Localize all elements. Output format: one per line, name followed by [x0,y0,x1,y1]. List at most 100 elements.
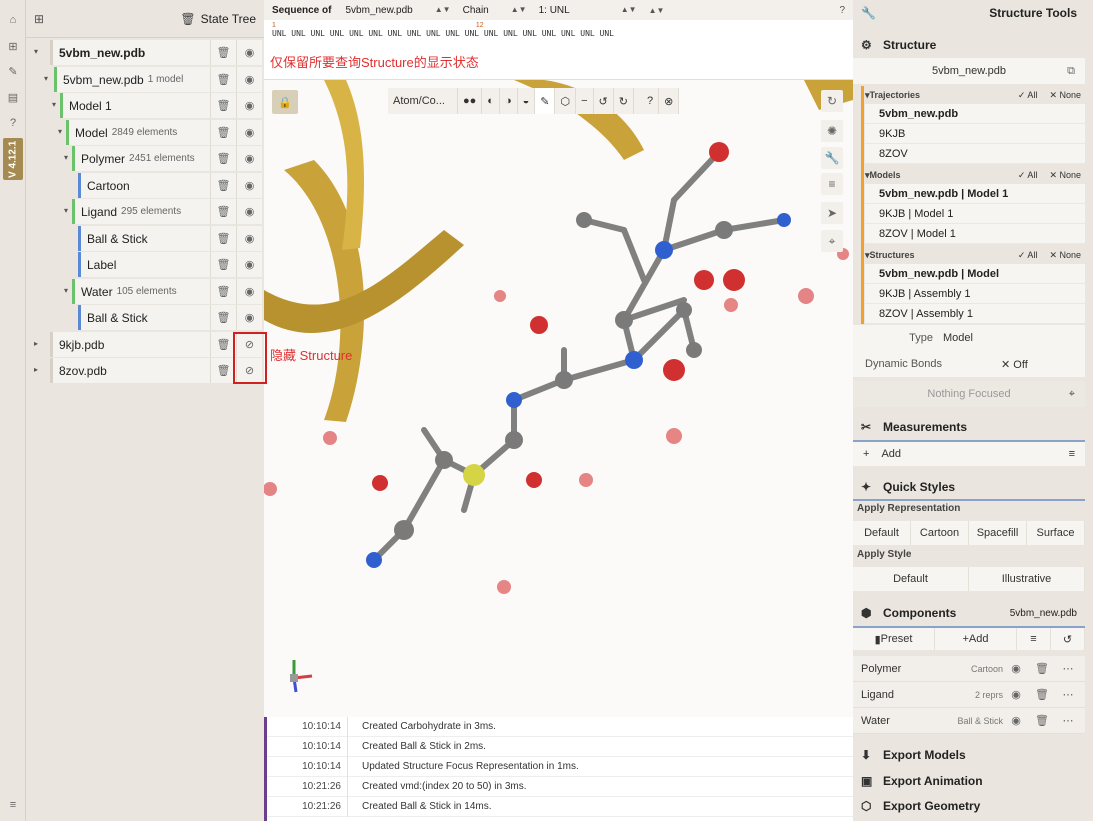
more-icon[interactable]: ⋯ [1055,662,1081,675]
select-invert-icon[interactable]: ◒ [518,88,536,114]
trash-icon[interactable]: 🗑 [1029,662,1055,675]
tree-row[interactable]: ▾ Water 105 elements 🗑 ◉ [26,279,264,304]
cursor-icon[interactable]: ➤ [821,202,843,224]
select-none-button[interactable]: ✕ None [1049,170,1081,181]
trajectories-group-header[interactable]: ▾ Trajectories ✓ All ✕ None [865,86,1085,104]
models-item[interactable]: 8ZOV | Model 1 [865,224,1085,244]
tree-row-label[interactable]: Ligand 295 elements [72,199,210,224]
quick-styles-header[interactable]: ✦ Quick Styles [853,474,1085,500]
copy-icon[interactable]: ⧉ [1067,65,1075,78]
eye-icon[interactable]: ◉ [1003,714,1029,727]
select-all-button[interactable]: ✓ All [1018,250,1038,261]
selection-mode-select[interactable]: Atom/Co... [388,88,458,114]
eye-icon[interactable]: ◉ [1003,688,1029,701]
tree-row-label[interactable]: 5vbm_new.pdb 1 model [54,67,210,92]
trajectories-item[interactable]: 5vbm_new.pdb [865,104,1085,124]
trash-icon[interactable]: 🗑 [210,146,236,171]
tree-row-label[interactable]: Model 1 [60,93,210,118]
export-models-button[interactable]: ⬇ Export Models [853,742,1085,768]
focus-target-icon[interactable]: ⌖ [1069,388,1075,401]
structure-section-header[interactable]: ⚙ Structure [853,32,1085,58]
settings-sliders-icon[interactable]: ≡ [5,797,21,813]
expand-caret-icon[interactable]: ▾ [58,127,62,136]
structures-item[interactable]: 5vbm_new.pdb | Model [865,264,1085,284]
eye-icon[interactable]: ◉ [236,67,262,92]
eye-icon[interactable]: ◉ [236,120,262,145]
sequence-structure-select[interactable]: 5vbm_new.pdb ▲▼ [339,5,456,16]
wrench-icon[interactable]: 🔧 [821,147,843,169]
trash-icon[interactable]: 🗑 [210,173,236,198]
select-none-button[interactable]: ✕ None [1049,250,1081,261]
tree-row-label[interactable]: Model 2849 elements [66,120,210,145]
apply-representation-button[interactable]: Spacefill [969,521,1027,545]
tree-row[interactable]: ▸ 9kjb.pdb 🗑 ⊘ [26,332,264,357]
trash-icon[interactable]: 🗑 [210,120,236,145]
expand-caret-icon[interactable]: ▾ [64,286,68,295]
trash-icon[interactable]: 🗑 [210,40,236,65]
eye-icon[interactable]: ◉ [236,146,262,171]
eye-icon[interactable]: ◉ [1003,662,1029,675]
component-row[interactable]: Water Ball & Stick ◉ 🗑 ⋯ [853,708,1085,734]
state-tree-icon[interactable]: ⊞ [5,38,21,54]
eye-icon[interactable]: ◉ [236,93,262,118]
sequence-residues[interactable]: UNL UNL UNL UNL UNL UNL UNL UNL UNL UNL … [272,29,614,38]
expand-caret-icon[interactable]: ▾ [52,100,56,109]
trash-icon[interactable]: 🗑 [210,252,236,277]
redo-icon[interactable]: ↻ [614,88,634,114]
trash-icon[interactable]: 🗑 [210,93,236,118]
export-geometry-button[interactable]: ⬡ Export Geometry [853,793,1085,819]
eye-icon[interactable]: ◉ [236,173,262,198]
tree-row[interactable]: ▾ Model 1 🗑 ◉ [26,93,264,118]
eye-icon[interactable]: ◉ [236,279,262,304]
structures-item[interactable]: 8ZOV | Assembly 1 [865,304,1085,324]
structures-item[interactable]: 9KJB | Assembly 1 [865,284,1085,304]
expand-caret-icon[interactable]: ▾ [64,153,68,162]
brush-icon[interactable]: ✎ [535,88,556,114]
component-row[interactable]: Ligand 2 reprs ◉ 🗑 ⋯ [853,682,1085,708]
trash-icon[interactable]: 🗑 [1029,688,1055,701]
trash-icon[interactable]: 🗑 [210,199,236,224]
expand-caret-icon[interactable]: ▾ [64,206,68,215]
tree-row-label[interactable]: 9kjb.pdb [50,332,210,357]
trash-icon[interactable]: 🗑 [210,226,236,251]
eye-icon[interactable]: ◉ [236,226,262,251]
sequence-extra-select[interactable]: ▲▼ [643,6,671,15]
tree-row-label[interactable]: Label [78,252,210,277]
structure-name-row[interactable]: 5vbm_new.pdb ⧉ [853,58,1085,84]
home-icon[interactable]: ⌂ [5,12,21,28]
trajectories-item[interactable]: 8ZOV [865,144,1085,164]
trash-icon[interactable]: 🗑 [210,305,236,330]
more-icon[interactable]: ⋯ [1055,688,1081,701]
select-all-icon[interactable]: ●● [458,88,483,114]
dynamic-bonds-toggle[interactable]: ✕ Off [1001,358,1028,371]
sliders-icon[interactable]: ≡ [821,173,843,195]
tree-row[interactable]: ▾ Ligand 295 elements 🗑 ◉ [26,199,264,224]
close-icon[interactable]: ⊗ [659,88,680,114]
molecule-canvas[interactable] [264,80,853,717]
select-none-button[interactable]: ✕ None [1049,90,1081,101]
sliders-icon[interactable]: ≡ [1017,628,1051,650]
tree-row-label[interactable]: Polymer 2451 elements [72,146,210,171]
select-intersect-icon[interactable]: ◑ [500,88,518,114]
structures-group-header[interactable]: ▾ Structures ✓ All ✕ None [865,246,1085,264]
preset-button[interactable]: ▮ Preset [853,628,935,650]
sliders-icon[interactable]: ≡ [1069,448,1075,460]
apply-style-button[interactable]: Illustrative [969,567,1085,591]
apply-representation-button[interactable]: Default [853,521,911,545]
tree-row-label[interactable]: Cartoon [78,173,210,198]
minus-icon[interactable]: − [576,88,594,114]
help-icon[interactable]: ? [642,88,660,114]
trajectories-item[interactable]: 9KJB [865,124,1085,144]
tree-row-label[interactable]: Ball & Stick [78,226,210,251]
camera-settings-icon[interactable]: ✺ [821,120,843,142]
focus-icon[interactable]: ⌖ [821,230,843,252]
save-icon[interactable]: ▤ [5,89,21,105]
apply-style-button[interactable]: Default [853,567,969,591]
tree-row[interactable]: Ball & Stick 🗑 ◉ [26,226,264,251]
models-item[interactable]: 9KJB | Model 1 [865,204,1085,224]
type-value[interactable]: Model [943,332,973,344]
component-add-button[interactable]: + Add [935,628,1017,650]
eye-icon[interactable]: ◉ [236,305,262,330]
measurements-add-row[interactable]: + Add ≡ [853,440,1085,466]
models-group-header[interactable]: ▾ Models ✓ All ✕ None [865,166,1085,184]
